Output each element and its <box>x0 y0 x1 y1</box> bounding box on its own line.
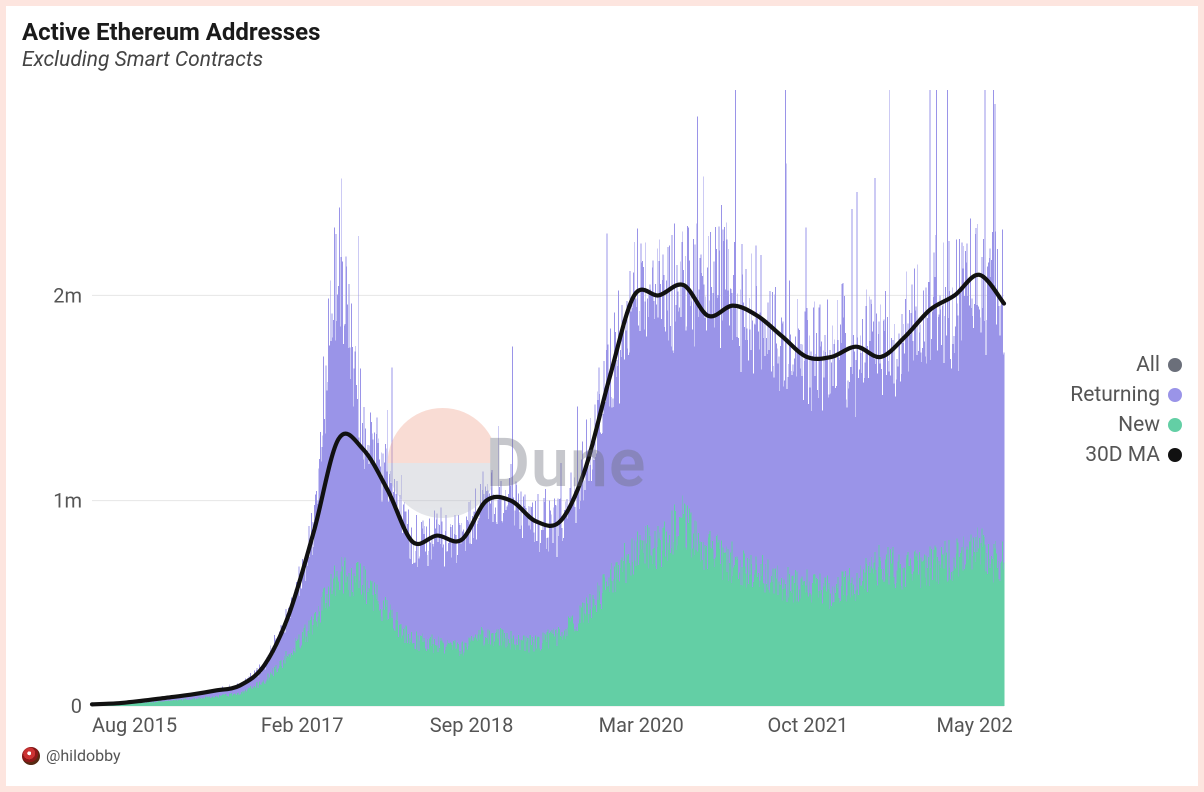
svg-text:May 2023: May 2023 <box>936 713 1012 737</box>
chart-row: Dune 01m2mAug 2015Feb 2017Sep 2018Mar 20… <box>22 80 1182 740</box>
legend-swatch-icon <box>1168 388 1182 402</box>
chart-card: Active Ethereum Addresses Excluding Smar… <box>6 6 1198 786</box>
svg-text:Mar 2020: Mar 2020 <box>599 713 684 737</box>
svg-text:0: 0 <box>71 694 82 718</box>
chart-svg: 0 1m 2m Aug 2015 Feb 2017 Sep 2018 Mar 2020 Oct… <box>22 80 1012 740</box>
legend-swatch-icon <box>1168 358 1182 372</box>
attribution[interactable]: @hildobby <box>22 746 1182 765</box>
legend-label: 30D MA <box>1085 443 1160 467</box>
legend-item-new[interactable]: New <box>1022 413 1182 437</box>
legend-item-all[interactable]: All <box>1022 353 1182 377</box>
legend-swatch-icon <box>1168 418 1182 432</box>
legend-label: All <box>1136 353 1160 377</box>
legend-swatch-icon <box>1168 448 1182 462</box>
svg-text:Feb 2017: Feb 2017 <box>261 713 344 737</box>
legend-label: New <box>1118 413 1160 437</box>
chart-title: Active Ethereum Addresses <box>22 18 1182 46</box>
attribution-handle: @hildobby <box>46 746 121 765</box>
legend-item-ma[interactable]: 30D MA <box>1022 443 1182 467</box>
plot-area[interactable]: Dune 01m2mAug 2015Feb 2017Sep 2018Mar 20… <box>22 80 1012 740</box>
legend-label: Returning <box>1070 383 1160 407</box>
legend-item-returning[interactable]: Returning <box>1022 383 1182 407</box>
chart-subtitle: Excluding Smart Contracts <box>22 48 1182 72</box>
avatar-icon <box>22 747 40 765</box>
svg-text:Aug 2015: Aug 2015 <box>92 713 177 737</box>
svg-text:Oct 2021: Oct 2021 <box>768 713 849 737</box>
svg-text:Sep 2018: Sep 2018 <box>430 713 514 737</box>
legend: All Returning New 30D MA <box>1012 80 1182 740</box>
svg-text:2m: 2m <box>53 283 82 307</box>
svg-text:1m: 1m <box>53 489 82 513</box>
